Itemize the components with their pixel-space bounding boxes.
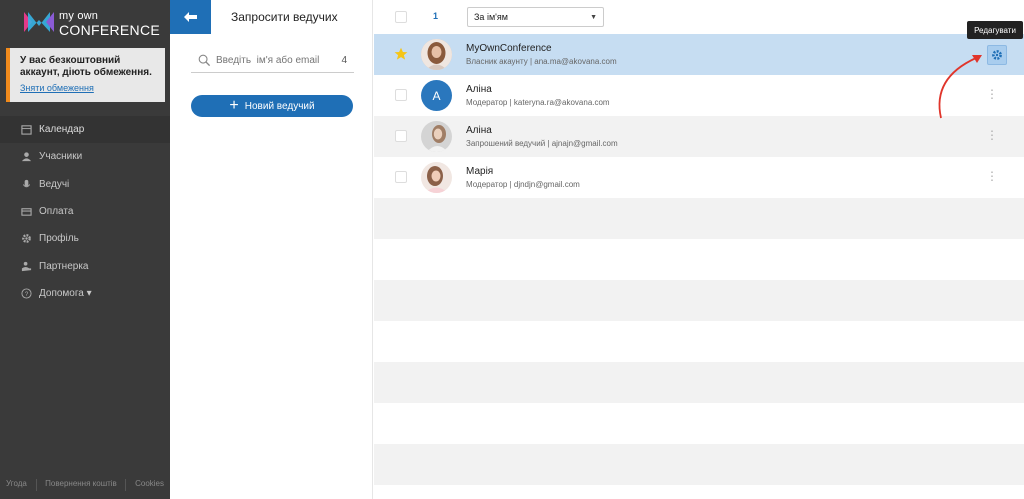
sidebar-item-partners[interactable]: Партнерка [0, 252, 170, 279]
sidebar-item-label: Календар [39, 124, 85, 136]
handshake-icon [20, 260, 32, 272]
new-host-button[interactable]: + Новий ведучий [191, 95, 353, 117]
footer-link-refund[interactable]: Повернення коштів [45, 479, 117, 491]
empty-row [374, 403, 1024, 444]
logo-icon [24, 12, 54, 32]
plus-icon: + [229, 97, 239, 114]
avatar: A [421, 80, 452, 111]
select-all-checkbox[interactable] [395, 11, 407, 23]
host-details: Запрошений ведучий | ajnajn@gmail.com [466, 139, 618, 148]
users-icon [20, 151, 32, 163]
more-menu-icon[interactable]: ⋮ [986, 170, 998, 182]
calendar-icon [20, 124, 32, 136]
sidebar-item-hosts[interactable]: Ведучі [0, 171, 170, 198]
host-row[interactable]: A Аліна Модератор | kateryna.ra@akovana.… [374, 75, 1024, 116]
logo[interactable]: my own CONFERENCE [22, 8, 162, 40]
list-toolbar: 1 За ім'ям ▼ [374, 0, 1024, 34]
notice-text: У вас безкоштовний аккаунт, діють обмеже… [20, 55, 152, 78]
sidebar-item-label: Учасники [39, 151, 83, 163]
sidebar: my own CONFERENCE У вас безкоштовний акк… [0, 0, 170, 499]
sidebar-nav: Календар Учасники Ведучі Оплата Профіль … [0, 116, 170, 307]
row-checkbox[interactable] [395, 89, 407, 101]
host-details: Модератор | djndjn@gmail.com [466, 180, 580, 189]
host-email: ana.ma@akovana.com [534, 57, 617, 66]
invite-hosts-panel: Запросити ведучих 4 + Новий ведучий [170, 0, 373, 499]
row-checkbox[interactable] [395, 130, 407, 142]
empty-row [374, 485, 1024, 490]
free-account-notice: У вас безкоштовний аккаунт, діють обмеже… [6, 48, 165, 102]
host-row[interactable]: Марія Модератор | djndjn@gmail.com ⋮ [374, 157, 1024, 198]
sort-select[interactable]: За ім'ям ▼ [467, 7, 604, 27]
logo-line1: my own [59, 10, 99, 22]
host-row[interactable]: Аліна Запрошений ведучий | ajnajn@gmail.… [374, 116, 1024, 157]
footer-divider [35, 479, 37, 491]
footer-divider [125, 479, 127, 491]
host-email: kateryna.ra@akovana.com [513, 98, 610, 107]
footer-link-agreement[interactable]: Угода [6, 479, 27, 491]
empty-row [374, 444, 1024, 485]
host-details: Власник акаунту | ana.ma@akovana.com [466, 57, 617, 66]
host-email: djndjn@gmail.com [513, 180, 580, 189]
sidebar-item-payment[interactable]: Оплата [0, 198, 170, 225]
row-checkbox[interactable] [395, 171, 407, 183]
sidebar-footer: Угода Повернення коштів Cookies [0, 479, 170, 491]
empty-row [374, 239, 1024, 280]
avatar [421, 162, 452, 193]
star-icon [394, 47, 408, 60]
empty-row [374, 321, 1024, 362]
host-name: Аліна [466, 84, 492, 95]
host-role: Модератор [466, 98, 508, 107]
arrow-left-icon [183, 12, 197, 22]
hosts-list: 1 За ім'ям ▼ MyOwnConference Власник ака… [374, 0, 1024, 499]
sidebar-item-label: Допомога ▾ [39, 287, 92, 299]
logo-line2: CONFERENCE [59, 22, 161, 38]
gear-icon [20, 233, 32, 245]
edit-button[interactable] [987, 45, 1007, 65]
host-email: ajnajn@gmail.com [551, 139, 618, 148]
more-menu-icon[interactable]: ⋮ [986, 129, 998, 141]
avatar [421, 39, 452, 70]
search-field[interactable]: 4 [191, 48, 354, 73]
sidebar-item-participants[interactable]: Учасники [0, 143, 170, 170]
new-host-label: Новий ведучий [244, 100, 315, 112]
sidebar-item-help[interactable]: ? Допомога ▾ [0, 280, 170, 307]
edit-tooltip: Редагувати [967, 21, 1023, 39]
sidebar-item-calendar[interactable]: Календар [0, 116, 170, 144]
hosts-count: 4 [341, 54, 347, 66]
sort-value: За ім'ям [474, 12, 508, 22]
host-row[interactable]: MyOwnConference Власник акаунту | ana.ma… [374, 34, 1024, 75]
panel-title: Запросити ведучих [231, 10, 338, 24]
host-role: Власник акаунту [466, 57, 528, 66]
selected-count: 1 [433, 11, 439, 21]
gear-icon [992, 50, 1002, 60]
empty-row [374, 362, 1024, 403]
host-role: Запрошений ведучий [466, 139, 546, 148]
svg-text:?: ? [24, 291, 28, 298]
host-role: Модератор [466, 180, 508, 189]
empty-row [374, 198, 1024, 239]
empty-row [374, 280, 1024, 321]
remove-limits-link[interactable]: Зняти обмеження [20, 83, 159, 93]
microphone-icon [20, 178, 32, 190]
host-name: MyOwnConference [466, 43, 552, 54]
sidebar-item-label: Ведучі [39, 178, 70, 190]
sidebar-item-label: Профіль [39, 233, 79, 245]
sidebar-item-label: Оплата [39, 206, 74, 218]
footer-link-cookies[interactable]: Cookies [135, 479, 164, 491]
search-input[interactable] [216, 54, 326, 66]
card-icon [20, 206, 32, 218]
search-icon [198, 54, 211, 66]
host-details: Модератор | kateryna.ra@akovana.com [466, 98, 610, 107]
host-name: Марія [466, 166, 494, 177]
sidebar-item-label: Партнерка [39, 260, 89, 272]
host-name: Аліна [466, 125, 492, 136]
help-icon: ? [20, 287, 32, 299]
avatar [421, 121, 452, 152]
sidebar-item-profile[interactable]: Профіль [0, 225, 170, 252]
back-button[interactable] [170, 0, 211, 34]
annotation-arrow [938, 55, 982, 119]
chevron-down-icon: ▼ [590, 13, 597, 21]
